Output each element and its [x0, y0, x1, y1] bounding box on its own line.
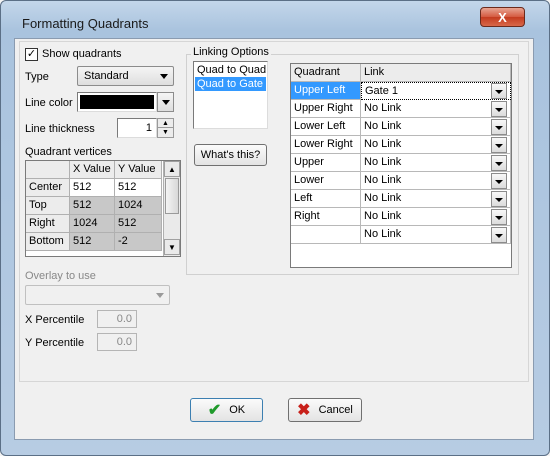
- link-table-quadrant[interactable]: Lower: [291, 172, 361, 190]
- y-percentile-label: Y Percentile: [25, 337, 85, 349]
- link-dropdown-button[interactable]: [491, 101, 507, 117]
- link-table-link[interactable]: No Link: [361, 208, 511, 226]
- overlay-dropdown[interactable]: [25, 285, 170, 305]
- close-button[interactable]: X: [480, 7, 525, 27]
- checkmark-icon: ✓: [26, 48, 37, 60]
- type-label: Type: [25, 71, 49, 83]
- link-table-quadrant[interactable]: Upper Right: [291, 100, 361, 118]
- linking-options-legend: Linking Options: [191, 46, 271, 58]
- link-table-link[interactable]: No Link: [361, 100, 511, 118]
- line-thickness-label: Line thickness: [25, 123, 95, 135]
- link-dropdown-button[interactable]: [491, 227, 507, 243]
- checkmark-icon: ✔: [207, 402, 222, 419]
- link-table-link[interactable]: No Link: [361, 154, 511, 172]
- grid-row-label: Right: [26, 215, 70, 233]
- link-table-quadrant[interactable]: Upper: [291, 154, 361, 172]
- link-table-link[interactable]: No Link: [361, 136, 511, 154]
- whats-this-button[interactable]: What's this?: [194, 144, 267, 166]
- grid-cell-y[interactable]: 512: [115, 179, 162, 197]
- close-icon: X: [498, 9, 507, 25]
- spin-down-icon[interactable]: ▼: [158, 128, 173, 137]
- grid-cell-x[interactable]: 512: [70, 179, 115, 197]
- line-color-swatch: [80, 95, 154, 109]
- link-dropdown-button[interactable]: [491, 83, 507, 99]
- chevron-down-icon: [156, 293, 164, 298]
- link-table-quadrant[interactable]: [291, 226, 361, 244]
- link-table-quadrant[interactable]: Left: [291, 190, 361, 208]
- grid-cell-y[interactable]: 1024: [115, 197, 162, 215]
- whats-this-label: What's this?: [200, 149, 261, 161]
- cancel-label: Cancel: [318, 404, 353, 416]
- chevron-down-icon: [162, 100, 170, 105]
- close-icon: ✖: [297, 402, 311, 419]
- link-value: Gate 1: [365, 85, 399, 97]
- link-table-quadrant[interactable]: Upper Left: [291, 82, 361, 100]
- link-dropdown-button[interactable]: [491, 209, 507, 225]
- linking-option-quad-to-gate[interactable]: Quad to Gate: [195, 77, 266, 91]
- link-table-quadrant[interactable]: Lower Right: [291, 136, 361, 154]
- link-table-header-link: Link: [361, 64, 511, 82]
- ok-label: OK: [229, 404, 246, 416]
- grid-corner: [26, 161, 70, 179]
- show-quadrants-checkbox[interactable]: ✓: [25, 48, 38, 61]
- scroll-down-icon[interactable]: ▼: [164, 239, 180, 255]
- link-table-link[interactable]: No Link: [361, 226, 511, 244]
- linking-mode-list[interactable]: Quad to Quad Quad to Gate: [193, 61, 268, 129]
- window-title: Formatting Quadrants: [22, 16, 149, 31]
- cancel-button[interactable]: ✖ Cancel: [288, 398, 362, 422]
- line-color-label: Line color: [25, 97, 73, 109]
- grid-cell-x[interactable]: 512: [70, 233, 115, 251]
- link-table-link[interactable]: Gate 1: [361, 82, 511, 100]
- line-color-picker[interactable]: [77, 92, 157, 112]
- linking-option-quad-to-quad[interactable]: Quad to Quad: [195, 63, 266, 77]
- link-table-quadrant[interactable]: Lower Left: [291, 118, 361, 136]
- line-thickness-input[interactable]: 1: [117, 118, 157, 138]
- grid-cell-x[interactable]: 1024: [70, 215, 115, 233]
- grid-cell-y[interactable]: -2: [115, 233, 162, 251]
- link-dropdown-button[interactable]: [491, 155, 507, 171]
- grid-cell-y[interactable]: 512: [115, 215, 162, 233]
- link-table-link[interactable]: No Link: [361, 190, 511, 208]
- grid-row-label: Bottom: [26, 233, 70, 251]
- grid-cell-x[interactable]: 512: [70, 197, 115, 215]
- vertices-grid: X Value Y Value Center 512 512 Top 512 1…: [25, 160, 181, 257]
- link-table-header-quadrant: Quadrant: [291, 64, 361, 82]
- spin-up-icon[interactable]: ▲: [158, 119, 173, 128]
- scroll-up-icon[interactable]: ▲: [164, 161, 180, 177]
- link-table-link[interactable]: No Link: [361, 118, 511, 136]
- overlay-label: Overlay to use: [25, 270, 96, 282]
- x-percentile-label: X Percentile: [25, 314, 85, 326]
- grid-row-label: Center: [26, 179, 70, 197]
- link-table-quadrant[interactable]: Right: [291, 208, 361, 226]
- quadrant-vertices-label: Quadrant vertices: [25, 146, 112, 158]
- scroll-thumb[interactable]: [165, 178, 179, 214]
- line-thickness-spinner[interactable]: ▲ ▼: [157, 118, 174, 138]
- chevron-down-icon: [160, 74, 168, 79]
- x-percentile-input[interactable]: 0.0: [97, 310, 137, 328]
- y-percentile-input[interactable]: 0.0: [97, 333, 137, 351]
- link-dropdown-button[interactable]: [491, 119, 507, 135]
- grid-header-y: Y Value: [115, 161, 162, 179]
- link-dropdown-button[interactable]: [491, 137, 507, 153]
- link-table-link[interactable]: No Link: [361, 172, 511, 190]
- type-dropdown-value: Standard: [84, 70, 129, 82]
- grid-header-x: X Value: [70, 161, 115, 179]
- link-table: Quadrant Link Upper Left Gate 1 Upper Ri…: [290, 63, 512, 268]
- link-dropdown-button[interactable]: [491, 173, 507, 189]
- ok-button[interactable]: ✔ OK: [190, 398, 263, 422]
- show-quadrants-label: Show quadrants: [42, 48, 122, 60]
- grid-row-label: Top: [26, 197, 70, 215]
- type-dropdown[interactable]: Standard: [77, 66, 174, 86]
- link-dropdown-button[interactable]: [491, 191, 507, 207]
- vertices-scrollbar[interactable]: ▲ ▼: [163, 161, 180, 256]
- line-color-dropdown-button[interactable]: [157, 92, 174, 112]
